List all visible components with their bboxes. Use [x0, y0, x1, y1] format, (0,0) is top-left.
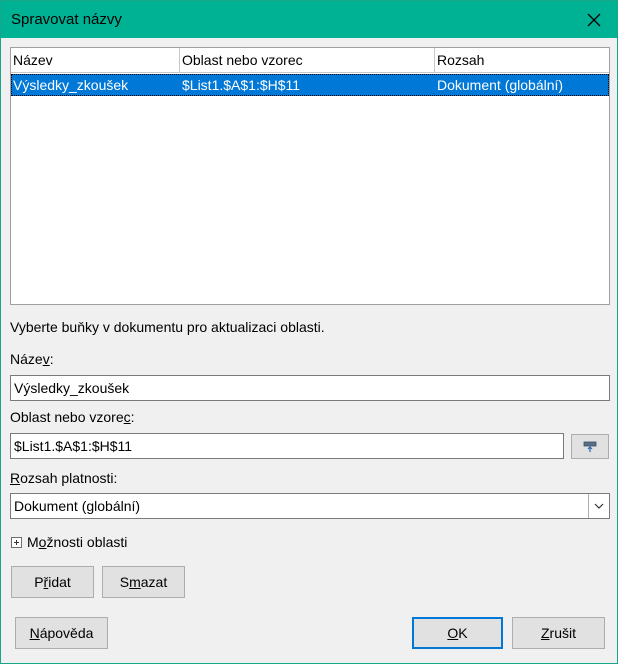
shrink-icon — [583, 441, 597, 452]
hint-text: Vyberte buňky v dokumentu pro aktualizac… — [10, 319, 325, 335]
scope-label: Rozsah platnosti: — [10, 470, 117, 486]
range-label-part: Oblast nebo vzore — [10, 409, 124, 425]
btn-accel: O — [447, 625, 459, 641]
names-table[interactable]: Název Oblast nebo vzorec Rozsah Výsledky… — [10, 47, 610, 305]
scope-dropdown[interactable]: Dokument (globální) — [10, 493, 610, 519]
name-label-part: : — [49, 351, 54, 367]
title-bar: Spravovat názvy — [1, 1, 617, 38]
close-icon — [587, 13, 601, 26]
delete-button[interactable]: Sm azat — [102, 566, 185, 598]
btn-accel: m — [129, 574, 141, 590]
name-label: Název: — [10, 351, 54, 367]
ok-button[interactable]: OK — [412, 617, 503, 649]
btn-text: S — [119, 574, 130, 590]
cancel-button[interactable]: Zrušit — [512, 617, 605, 649]
scope-selected-value: Dokument (globální) — [14, 498, 141, 514]
scope-label-part: ozsah platnosti: — [20, 470, 118, 486]
help-button[interactable]: Nápověda — [15, 617, 108, 649]
chevron-down-icon — [594, 503, 604, 509]
column-header-range[interactable]: Oblast nebo vzorec — [180, 48, 435, 72]
range-label-part: : — [130, 409, 135, 425]
btn-text: azat — [140, 574, 168, 590]
column-header-name[interactable]: Název — [11, 48, 180, 72]
table-row[interactable]: Výsledky_zkoušek $List1.$A$1:$H$11 Dokum… — [11, 74, 609, 96]
row-range: $List1.$A$1:$H$11 — [182, 77, 301, 93]
shrink-button[interactable] — [571, 434, 609, 459]
plus-box-icon — [11, 536, 22, 548]
btn-accel: N — [29, 625, 40, 641]
btn-text: ápověda — [39, 625, 94, 641]
scope-label-accel: R — [10, 470, 21, 486]
range-input[interactable]: $List1.$A$1:$H$11 — [10, 433, 564, 459]
table-header: Název Oblast nebo vzorec Rozsah — [11, 48, 609, 73]
dialog-title: Spravovat názvy — [11, 11, 122, 28]
row-name: Výsledky_zkoušek — [13, 77, 129, 93]
name-input[interactable]: Výsledky_zkoušek — [10, 375, 610, 401]
column-header-scope[interactable]: Rozsah — [435, 48, 609, 72]
close-button[interactable] — [571, 1, 617, 38]
btn-text: rušit — [549, 625, 576, 641]
range-options-expander[interactable]: Možnosti oblasti — [11, 534, 127, 550]
btn-text: idat — [48, 574, 71, 590]
options-label-part: žnosti oblasti — [46, 534, 128, 550]
add-button[interactable]: Př idat — [11, 566, 94, 598]
manage-names-dialog: Spravovat názvy Název Oblast nebo vzorec… — [0, 0, 618, 664]
range-label: Oblast nebo vzorec: — [10, 409, 135, 425]
btn-text: K — [458, 625, 468, 641]
range-options-label: Možnosti oblasti — [27, 534, 127, 550]
row-scope: Dokument (globální) — [437, 77, 564, 93]
range-label-accel: c — [123, 409, 131, 425]
name-label-part: Náze — [10, 351, 43, 367]
options-label-part: M — [27, 534, 39, 550]
btn-text: P — [34, 574, 44, 590]
dropdown-button[interactable] — [588, 494, 609, 518]
btn-accel: Z — [540, 625, 550, 641]
name-label-accel: v — [42, 351, 50, 367]
